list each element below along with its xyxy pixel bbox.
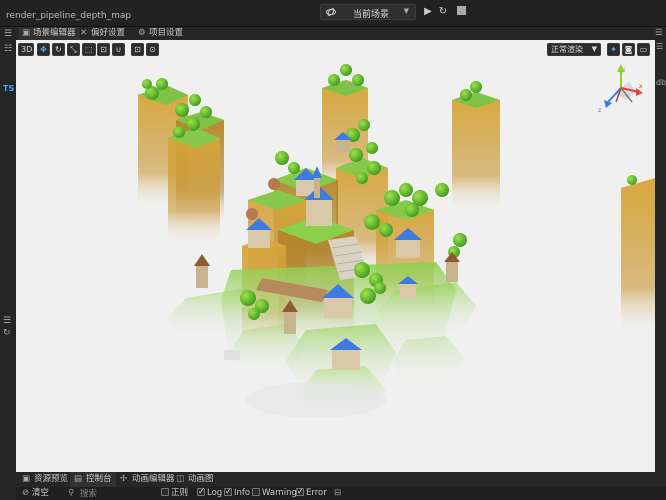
console-toolbar: ⊘ 清空 ⚲ 正则 Log Info Warning Error ⊟	[16, 486, 666, 500]
search-icon: ⚲	[68, 488, 75, 498]
filter-label: Log	[207, 488, 223, 498]
tab-label: 偏好设置	[91, 28, 126, 38]
bottom-tabs: ▣ 资源预览 ▤ 控制台 ✢ 动画编辑器 ◫ 动画图	[16, 472, 666, 487]
error-checkbox[interactable]	[296, 486, 304, 497]
menu-icon[interactable]: ☰	[656, 42, 663, 51]
filter-label: Error	[306, 488, 327, 498]
menu-icon[interactable]: ☰	[3, 316, 11, 326]
title-bar: render_pipeline_depth_map 当前场景 ▼ ▶ ↻	[0, 0, 666, 26]
camera-icon: ◙	[624, 45, 633, 54]
tab-label: 控制台	[86, 474, 112, 484]
tab-label: 动画图	[188, 474, 214, 484]
light-toggle-button[interactable]: ✦	[607, 43, 620, 56]
tab-animation-graph[interactable]: ◫ 动画图	[172, 472, 218, 487]
list-icon[interactable]: ☷	[3, 44, 13, 54]
lightbulb-icon: ✦	[610, 45, 617, 54]
scene-icon: ▣	[22, 28, 31, 38]
clear-button[interactable]: ⊘ 清空	[22, 488, 49, 499]
camera-button[interactable]: ◙	[622, 43, 635, 56]
rotate-icon: ↻	[55, 45, 62, 54]
y-axis-label: y	[622, 66, 626, 73]
stop-button[interactable]	[454, 5, 468, 19]
typescript-badge[interactable]: TS	[3, 84, 14, 93]
filter-label: 正则	[171, 488, 189, 498]
animation-icon: ✢	[120, 474, 128, 484]
tab-label: 项目设置	[149, 28, 184, 38]
render-mode-select[interactable]: 正常渲染 ▼	[547, 43, 601, 56]
menu-icon[interactable]: ☰	[3, 29, 13, 39]
filter-regex[interactable]: 正则	[161, 488, 188, 499]
rect-icon: ⬚	[85, 45, 93, 54]
tab-label: 动画编辑器	[132, 474, 175, 484]
refresh-button[interactable]: ↻	[436, 5, 450, 19]
tab-preferences[interactable]: ✕ 偏好设置	[76, 27, 129, 40]
tab-asset-preview[interactable]: ▣ 资源预览	[18, 472, 72, 487]
play-button[interactable]: ▶	[421, 5, 435, 19]
refresh-icon[interactable]: ↻	[3, 328, 11, 338]
transform-tool-button[interactable]: ⊡	[97, 43, 110, 56]
axis-gizmo[interactable]: y x z	[596, 62, 646, 116]
move-tool-button[interactable]: ✥	[37, 43, 50, 56]
console-icon: ▤	[74, 474, 83, 484]
graph-icon: ◫	[176, 474, 185, 484]
filter-info[interactable]: Info	[224, 486, 251, 499]
wrench-icon: ✕	[80, 28, 88, 38]
tab-console[interactable]: ▤ 控制台	[70, 472, 116, 487]
chevron-down-icon: ▼	[591, 45, 597, 53]
regex-checkbox[interactable]	[161, 488, 169, 496]
snap-tool-button[interactable]: ∪	[112, 43, 125, 56]
right-panel-label: db	[656, 78, 666, 87]
scene-selector[interactable]: 当前场景 ▼	[320, 4, 416, 20]
tab-label: 场景编辑器	[33, 28, 76, 38]
scale-icon: ⤡	[70, 45, 77, 54]
tab-scene-editor[interactable]: ▣ 场景编辑器	[18, 27, 80, 40]
tab-label: 资源预览	[34, 474, 69, 484]
filter-label: Warning	[262, 488, 297, 498]
filter-label: Info	[234, 488, 251, 498]
filter-error[interactable]: Error	[296, 486, 327, 499]
tab-animation-editor[interactable]: ✢ 动画编辑器	[116, 472, 179, 487]
coordinate-button[interactable]: ⊙	[146, 43, 159, 56]
app-title: render_pipeline_depth_map	[6, 11, 132, 21]
x-axis-label: x	[639, 83, 643, 90]
mode-3d-button[interactable]: 3D	[18, 43, 34, 56]
preview-icon: ▣	[22, 474, 31, 484]
editor-tabs: ▣ 场景编辑器 ✕ 偏好设置 ⚙ 项目设置 ☰	[16, 27, 666, 40]
scene-icon	[326, 8, 336, 16]
chevron-down-icon: ▼	[403, 7, 409, 15]
warning-checkbox[interactable]	[252, 488, 260, 496]
transform-icon: ⊡	[100, 45, 107, 54]
pivot-button[interactable]: ⊡	[131, 43, 144, 56]
clear-icon: ⊘	[22, 488, 30, 498]
log-checkbox[interactable]	[197, 486, 205, 497]
scene-selector-label: 当前场景	[353, 10, 390, 20]
scene-render	[138, 64, 655, 420]
view-settings-button[interactable]: ▭	[637, 43, 650, 56]
panel-menu-button[interactable]: ☰	[651, 27, 666, 40]
search-input[interactable]	[80, 488, 170, 499]
magnet-icon: ∪	[115, 45, 122, 54]
console-menu-button[interactable]: ⊟	[334, 488, 341, 499]
left-panel: ☰ ☷ TS	[0, 27, 16, 500]
filter-log[interactable]: Log	[197, 486, 223, 499]
scene-viewport[interactable]: 3D ✥ ↻ ⤡ ⬚ ⊡ ∪ ⊡ ⊙ 正常渲染 ▼ ✦ ◙ ▭ y x z	[16, 40, 655, 472]
filter-warning[interactable]: Warning	[252, 488, 297, 499]
rect-tool-button[interactable]: ⬚	[82, 43, 96, 56]
move-icon: ✥	[40, 45, 47, 54]
clear-label: 清空	[31, 488, 49, 498]
coordinate-icon: ⊙	[149, 45, 156, 54]
view-settings-icon: ▭	[639, 45, 648, 54]
settings-icon: ⚙	[138, 28, 146, 38]
mid-panel-header: ☰ ↻	[0, 314, 16, 340]
rotate-tool-button[interactable]: ↻	[52, 43, 65, 56]
info-checkbox[interactable]	[224, 486, 232, 497]
tab-project-settings[interactable]: ⚙ 项目设置	[134, 27, 187, 40]
scale-tool-button[interactable]: ⤡	[67, 43, 80, 56]
stop-icon	[456, 6, 466, 15]
pivot-icon: ⊡	[134, 45, 141, 54]
right-panel: ☰ db	[655, 40, 666, 472]
z-axis-label: z	[598, 107, 601, 114]
render-mode-label: 正常渲染	[551, 45, 583, 54]
